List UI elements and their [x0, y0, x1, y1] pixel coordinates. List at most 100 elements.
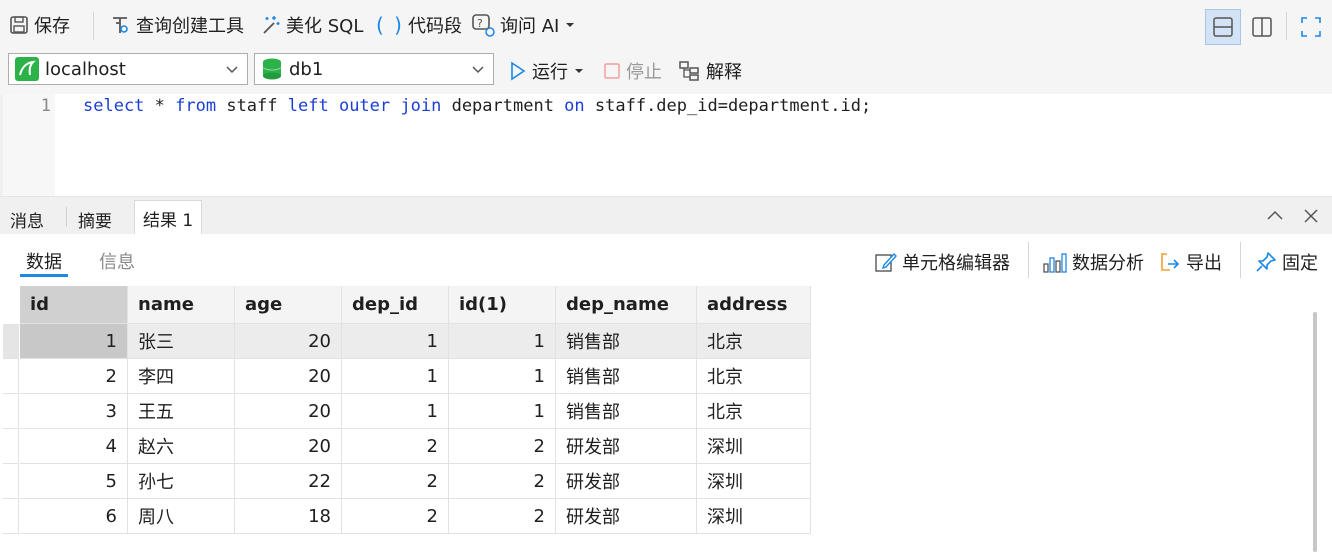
database-select[interactable]: db1 [254, 53, 494, 85]
tab-label: 结果 1 [143, 210, 194, 231]
cell-dep-name[interactable]: 销售部 [556, 394, 697, 429]
cell-id[interactable]: 4 [20, 429, 128, 464]
collapse-panel-button[interactable] [1264, 205, 1286, 227]
cell-editor-button[interactable]: 单元格编辑器 [874, 248, 1010, 276]
data-analysis-button[interactable]: 数据分析 [1042, 248, 1144, 276]
tab-divider [66, 207, 67, 227]
cell-id-1[interactable]: 2 [449, 464, 556, 499]
cell-age[interactable]: 20 [235, 394, 342, 429]
cell-age[interactable]: 20 [235, 324, 342, 359]
sql-keyword: outer [338, 96, 391, 116]
cell-dep-name[interactable]: 销售部 [556, 359, 697, 394]
code-snippet-button[interactable]: ( ) 代码段 [376, 10, 462, 40]
cell-dep-name[interactable]: 研发部 [556, 499, 697, 534]
line-number: 1 [40, 96, 51, 116]
sql-editor[interactable]: 1 select * from staff left outer join de… [0, 94, 1332, 196]
cell-id-1[interactable]: 1 [449, 359, 556, 394]
stop-button[interactable]: 停止 [602, 56, 662, 86]
mysql-connection-icon [15, 57, 39, 81]
beautify-sql-button[interactable]: 美化 SQL [258, 10, 363, 40]
cell-id-1[interactable]: 2 [449, 429, 556, 464]
vertical-scrollbar[interactable] [1313, 312, 1317, 552]
query-builder-button[interactable]: 查询创建工具 [108, 10, 244, 40]
row-selector[interactable] [3, 429, 19, 464]
connection-select[interactable]: localhost [8, 53, 248, 85]
cell-name[interactable]: 张三 [128, 324, 235, 359]
run-button[interactable]: 运行 [506, 56, 586, 86]
cell-dep-id[interactable]: 1 [342, 394, 449, 429]
cell-dep-id[interactable]: 1 [342, 324, 449, 359]
column-header-address[interactable]: address [697, 286, 811, 324]
column-header-age[interactable]: age [235, 286, 342, 324]
query-builder-label: 查询创建工具 [136, 16, 244, 37]
row-selector[interactable] [3, 324, 19, 359]
cell-age[interactable]: 22 [235, 464, 342, 499]
column-header-id[interactable]: id [20, 286, 128, 324]
cell-dep-id[interactable]: 2 [342, 499, 449, 534]
cell-id[interactable]: 3 [20, 394, 128, 429]
sql-code-line[interactable]: select * from staff left outer join depa… [83, 96, 871, 116]
row-selector[interactable] [3, 499, 19, 534]
export-button[interactable]: 导出 [1158, 248, 1222, 276]
magic-wand-icon [263, 16, 280, 34]
tab-messages[interactable]: 消息 [2, 203, 52, 235]
cell-id-1[interactable]: 1 [449, 324, 556, 359]
cell-address[interactable]: 北京 [697, 359, 811, 394]
layout-vertical-button[interactable] [1244, 9, 1280, 45]
cell-dep-name[interactable]: 研发部 [556, 429, 697, 464]
sql-text: staff [216, 96, 288, 116]
cell-age[interactable]: 18 [235, 499, 342, 534]
cell-id-1[interactable]: 1 [449, 394, 556, 429]
explain-button[interactable]: 解释 [678, 56, 742, 86]
pin-button[interactable]: 固定 [1254, 248, 1318, 276]
layout-horizontal-button[interactable] [1205, 9, 1241, 45]
sql-text: * [144, 96, 176, 116]
split-vertical-icon [1252, 17, 1272, 37]
tab-summary[interactable]: 摘要 [70, 203, 120, 235]
explain-label: 解释 [706, 62, 742, 83]
subtab-data[interactable]: 数据 [26, 248, 62, 274]
column-header-name[interactable]: name [128, 286, 235, 324]
cell-id-1[interactable]: 2 [449, 499, 556, 534]
cell-dep-id[interactable]: 2 [342, 429, 449, 464]
cell-address[interactable]: 深圳 [697, 429, 811, 464]
stop-label: 停止 [626, 62, 662, 83]
save-button[interactable]: 保存 [8, 10, 70, 40]
play-icon [511, 61, 526, 81]
cell-address[interactable]: 深圳 [697, 499, 811, 534]
cell-name[interactable]: 赵六 [128, 429, 235, 464]
row-selector[interactable] [3, 394, 19, 429]
cell-dep-name[interactable]: 销售部 [556, 324, 697, 359]
row-selector[interactable] [3, 359, 19, 394]
explain-icon [679, 61, 699, 81]
ask-ai-button[interactable]: ? 询问 AI [470, 10, 577, 40]
column-header-dep-id[interactable]: dep_id [342, 286, 449, 324]
cell-address[interactable]: 北京 [697, 394, 811, 429]
edit-icon [875, 252, 897, 272]
cell-dep-id[interactable]: 2 [342, 464, 449, 499]
cell-address[interactable]: 深圳 [697, 464, 811, 499]
cell-name[interactable]: 孙七 [128, 464, 235, 499]
cell-age[interactable]: 20 [235, 429, 342, 464]
cell-age[interactable]: 20 [235, 359, 342, 394]
subtab-info[interactable]: 信息 [99, 248, 135, 274]
tab-result-1[interactable]: 结果 1 [134, 200, 203, 235]
cell-name[interactable]: 周八 [128, 499, 235, 534]
cell-address[interactable]: 北京 [697, 324, 811, 359]
fullscreen-button[interactable] [1296, 9, 1326, 45]
cell-name[interactable]: 李四 [128, 359, 235, 394]
column-header-dep-name[interactable]: dep_name [556, 286, 697, 324]
sql-keyword: from [175, 96, 217, 116]
cell-id[interactable]: 2 [20, 359, 128, 394]
sql-keyword: join [400, 96, 442, 116]
cell-dep-name[interactable]: 研发部 [556, 464, 697, 499]
cell-id[interactable]: 1 [20, 324, 128, 359]
split-horizontal-icon [1213, 17, 1233, 37]
cell-id[interactable]: 6 [20, 499, 128, 534]
column-header-id-1[interactable]: id(1) [449, 286, 556, 324]
cell-name[interactable]: 王五 [128, 394, 235, 429]
cell-dep-id[interactable]: 1 [342, 359, 449, 394]
close-panel-button[interactable] [1300, 205, 1322, 227]
cell-id[interactable]: 5 [20, 464, 128, 499]
row-selector[interactable] [3, 464, 19, 499]
